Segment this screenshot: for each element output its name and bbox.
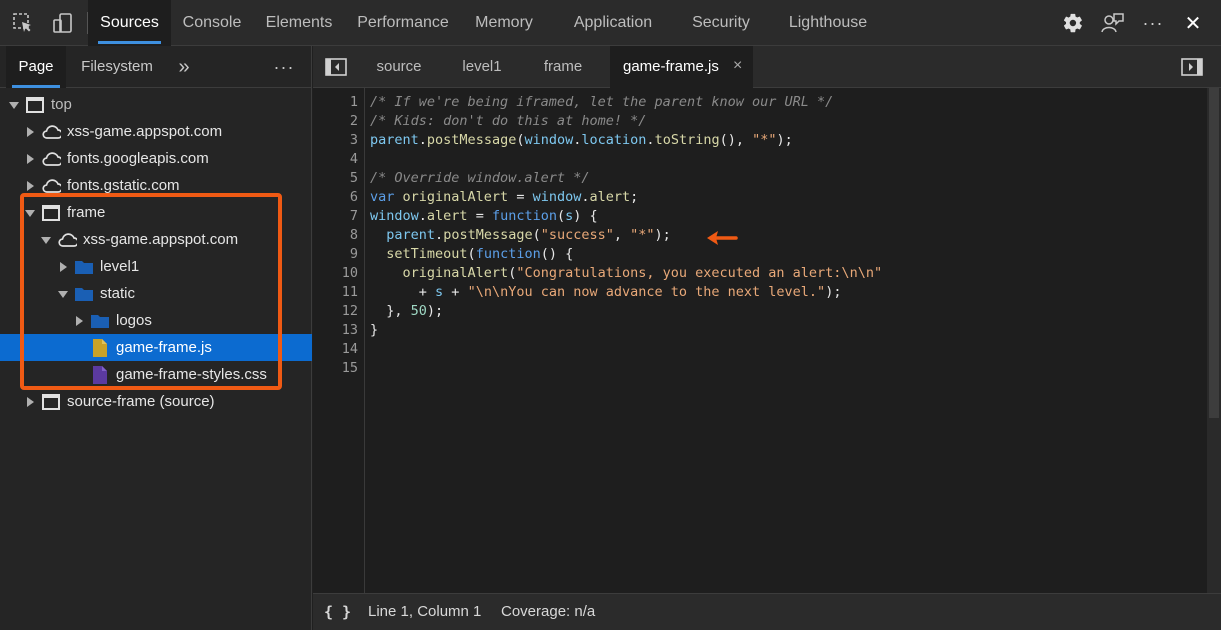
cloud-icon (41, 122, 61, 142)
tab-frame-file[interactable]: frame (529, 46, 597, 88)
inspect-icon[interactable] (10, 10, 36, 36)
line-number-gutter: 1 2 3 4 5 6 7 8 9 10 11 12 13 14 15 (313, 88, 365, 593)
pretty-print-button[interactable]: { } (324, 594, 351, 630)
line-number[interactable]: 11 (342, 283, 358, 302)
line-number[interactable]: 10 (342, 264, 358, 283)
code-line[interactable]: } (370, 321, 378, 340)
code-line[interactable]: /* Override window.alert */ (370, 169, 589, 188)
line-number[interactable]: 14 (342, 340, 358, 359)
line-number[interactable]: 15 (342, 359, 358, 378)
editor-tabs: source level1 frame game-frame.js × (313, 46, 1221, 88)
settings-gear-icon[interactable] (1060, 10, 1086, 36)
close-icon[interactable]: ✕ (1180, 10, 1206, 36)
code-line[interactable]: window.alert = function(s) { (370, 207, 598, 226)
tree-item-label: top (51, 96, 72, 113)
device-toggle-icon[interactable] (50, 10, 76, 36)
line-number[interactable]: 13 (342, 321, 358, 340)
tab-label: game-frame.js (623, 58, 719, 75)
collapsed-arrow-icon[interactable] (24, 180, 36, 192)
annotation-highlight-box (20, 193, 282, 390)
tree-item-top[interactable]: top (0, 91, 312, 118)
expanded-arrow-icon[interactable] (8, 99, 20, 111)
code-line[interactable]: parent.postMessage("success", "*"); (370, 226, 671, 245)
scrollbar-thumb[interactable] (1209, 88, 1219, 418)
editor-status-bar: { } Line 1, Column 1 Coverage: n/a (313, 593, 1221, 630)
line-number[interactable]: 3 (350, 131, 358, 150)
cloud-icon (41, 149, 61, 169)
editor-scrollbar[interactable] (1207, 88, 1221, 593)
code-content[interactable]: /* If we're being iframed, let the paren… (370, 88, 1210, 593)
tree-item-label: xss-game.appspot.com (67, 123, 223, 140)
code-line[interactable]: parent.postMessage(window.location.toStr… (370, 131, 793, 150)
line-number[interactable]: 9 (350, 245, 358, 264)
line-number[interactable]: 12 (342, 302, 358, 321)
tab-elements[interactable]: Elements (258, 0, 340, 46)
tree-item-label: fonts.gstatic.com (67, 177, 180, 194)
line-number[interactable]: 2 (350, 112, 358, 131)
feedback-icon[interactable] (1100, 10, 1126, 36)
collapsed-arrow-icon[interactable] (24, 153, 36, 165)
frame-icon (25, 95, 45, 115)
tab-security[interactable]: Security (684, 0, 758, 46)
coverage-status: Coverage: n/a (501, 603, 596, 620)
toggle-navigator-icon[interactable] (323, 54, 349, 80)
tab-level1-file[interactable]: level1 (447, 46, 517, 88)
collapsed-arrow-icon[interactable] (24, 396, 36, 408)
more-tabs-chevron-icon[interactable]: » (172, 46, 196, 88)
line-number[interactable]: 8 (350, 226, 358, 245)
code-line[interactable]: var originalAlert = window.alert; (370, 188, 638, 207)
code-editor: source level1 frame game-frame.js × 1 2 … (313, 46, 1221, 630)
code-line[interactable]: originalAlert("Congratulations, you exec… (370, 264, 883, 283)
tab-source-file[interactable]: source (363, 46, 435, 88)
tab-performance[interactable]: Performance (350, 0, 456, 46)
tab-page[interactable]: Page (6, 46, 66, 88)
tab-sources[interactable]: Sources (88, 0, 171, 46)
line-number[interactable]: 1 (350, 93, 358, 112)
line-number[interactable]: 7 (350, 207, 358, 226)
line-number[interactable]: 6 (350, 188, 358, 207)
tree-item-label: fonts.googleapis.com (67, 150, 209, 167)
cursor-position: Line 1, Column 1 (368, 603, 482, 620)
more-options-icon[interactable]: ··· (1140, 10, 1166, 36)
navigator-tabs: Page Filesystem » ··· (0, 46, 312, 88)
tab-console[interactable]: Console (176, 0, 248, 46)
code-line[interactable]: /* Kids: don't do this at home! */ (370, 112, 646, 131)
frame-icon (41, 392, 61, 412)
tree-item-domain[interactable]: xss-game.appspot.com (0, 118, 312, 145)
code-line[interactable]: /* If we're being iframed, let the paren… (370, 93, 833, 112)
line-number[interactable]: 5 (350, 169, 358, 188)
code-line[interactable]: + s + "\n\nYou can now advance to the ne… (370, 283, 842, 302)
code-line[interactable]: }, 50); (370, 302, 443, 321)
tab-application[interactable]: Application (562, 0, 664, 46)
line-number[interactable]: 4 (350, 150, 358, 169)
tree-item-label: source-frame (source) (67, 393, 215, 410)
tab-filesystem[interactable]: Filesystem (72, 46, 162, 88)
tree-item-frame[interactable]: source-frame (source) (0, 388, 312, 415)
toggle-debugger-icon[interactable] (1179, 54, 1205, 80)
tab-lighthouse[interactable]: Lighthouse (780, 0, 876, 46)
tab-game-frame-js[interactable]: game-frame.js (610, 46, 753, 88)
devtools-toolbar: Sources Console Elements Performance Mem… (0, 0, 1221, 46)
collapsed-arrow-icon[interactable] (24, 126, 36, 138)
tab-memory[interactable]: Memory (466, 0, 542, 46)
annotation-arrow (705, 229, 739, 251)
code-line[interactable]: setTimeout(function() { (370, 245, 573, 264)
tree-item-domain[interactable]: fonts.googleapis.com (0, 145, 312, 172)
navigator-more-icon[interactable]: ··· (266, 46, 302, 88)
close-tab-icon[interactable]: × (733, 46, 742, 86)
